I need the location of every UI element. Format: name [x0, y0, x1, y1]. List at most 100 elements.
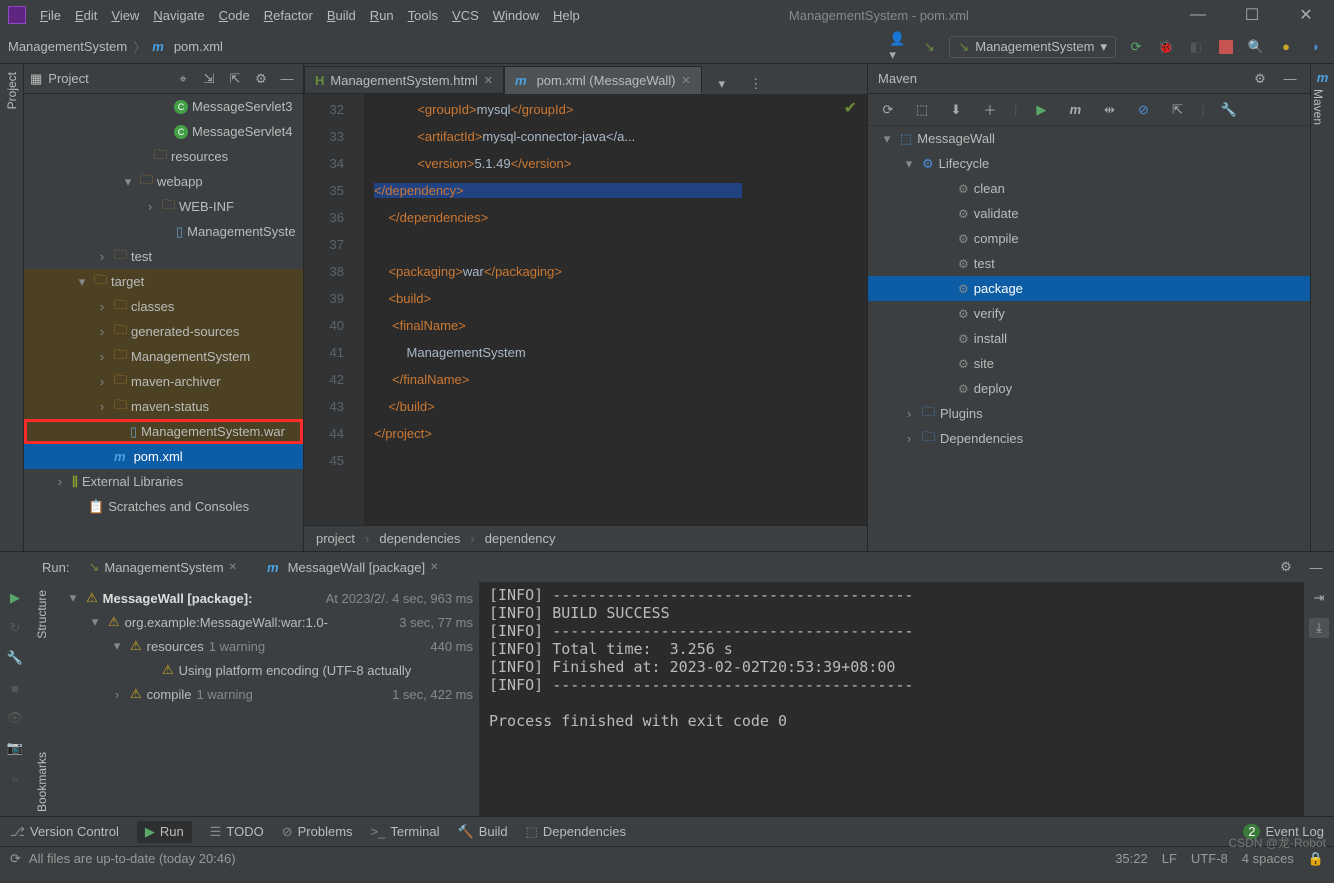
expand-icon[interactable]: »: [5, 768, 25, 788]
chevron-down-icon[interactable]: ▾: [712, 74, 732, 94]
caret-position[interactable]: 35:22: [1115, 851, 1148, 866]
chevron-icon[interactable]: ›: [109, 687, 125, 702]
hammer-icon[interactable]: ↘: [919, 37, 939, 57]
bottom-tab-terminal[interactable]: >_Terminal: [371, 824, 440, 839]
camera-icon[interactable]: 👁: [5, 708, 25, 728]
maven-m-icon[interactable]: m: [1065, 100, 1085, 120]
run-tree-item[interactable]: ⚠Using platform encoding (UTF-8 actually: [60, 658, 473, 682]
chevron-icon[interactable]: ▾: [87, 614, 103, 630]
close-tab-icon[interactable]: ✕: [682, 74, 691, 87]
bottom-tab-build[interactable]: 🔨Build: [458, 824, 508, 840]
hide-run-icon[interactable]: —: [1306, 557, 1326, 577]
maven-item[interactable]: ⚙test: [868, 251, 1310, 276]
soft-wrap-icon[interactable]: ⇥: [1309, 588, 1329, 608]
breadcrumb-file[interactable]: pom.xml: [174, 39, 223, 54]
tree-item[interactable]: ›🗀generated-sources: [24, 319, 303, 344]
run-tree-item[interactable]: ▾⚠MessageWall [package]:At 2023/2/. 4 se…: [60, 586, 473, 610]
chevron-icon[interactable]: ›: [94, 399, 110, 414]
chevron-icon[interactable]: ›: [901, 406, 917, 421]
maven-rail-icon[interactable]: m: [1311, 70, 1334, 85]
chevron-icon[interactable]: ›: [94, 324, 110, 339]
menu-help[interactable]: Help: [553, 8, 580, 23]
toggle-skip-tests-icon[interactable]: ⊘: [1133, 100, 1153, 120]
rail-bookmarks-tab[interactable]: Bookmarks: [35, 748, 49, 816]
ide-settings-icon[interactable]: ◗: [1306, 37, 1326, 57]
generate-sources-icon[interactable]: ⬚: [912, 100, 932, 120]
bottom-tab-problems[interactable]: ⊘Problems: [282, 824, 353, 840]
chevron-icon[interactable]: ›: [901, 431, 917, 446]
scroll-to-end-icon[interactable]: ⤓: [1309, 618, 1329, 638]
run-settings-icon[interactable]: ⚙: [1276, 557, 1296, 577]
run-tree[interactable]: ▾⚠MessageWall [package]:At 2023/2/. 4 se…: [54, 582, 479, 816]
run-tree-item[interactable]: ›⚠compile 1 warning1 sec, 422 ms: [60, 682, 473, 706]
maven-item[interactable]: ▾⚙Lifecycle: [868, 151, 1310, 176]
menu-navigate[interactable]: Navigate: [153, 8, 204, 23]
maven-item[interactable]: ⚙clean: [868, 176, 1310, 201]
chevron-icon[interactable]: ›: [94, 299, 110, 314]
menu-edit[interactable]: Edit: [75, 8, 97, 23]
rail-structure-tab[interactable]: Structure: [35, 586, 49, 643]
run-tab[interactable]: mMessageWall [package]✕: [258, 556, 447, 579]
run-tree-item[interactable]: ▾⚠resources 1 warning440 ms: [60, 634, 473, 658]
run-button[interactable]: ⟳: [1126, 37, 1146, 57]
tree-item[interactable]: ›🗀maven-status: [24, 394, 303, 419]
minimize-button[interactable]: —: [1178, 6, 1218, 24]
wrench-icon[interactable]: 🔧: [5, 648, 25, 668]
chevron-icon[interactable]: ▾: [65, 590, 81, 606]
toggle-offline-icon[interactable]: ⇹: [1099, 100, 1119, 120]
tree-item[interactable]: 🗀resources: [24, 144, 303, 169]
project-tree[interactable]: CMessageServlet3CMessageServlet4🗀resourc…: [24, 94, 303, 551]
readonly-icon[interactable]: 🔒: [1308, 851, 1324, 867]
tree-item[interactable]: ›⫼External Libraries: [24, 469, 303, 494]
tree-item[interactable]: ▯ManagementSyste: [24, 219, 303, 244]
maven-item[interactable]: ⚙site: [868, 351, 1310, 376]
add-project-icon[interactable]: ＋: [980, 100, 1000, 120]
chevron-icon[interactable]: ›: [142, 199, 158, 214]
chevron-icon[interactable]: ▾: [74, 274, 90, 290]
chevron-icon[interactable]: ›: [52, 474, 68, 489]
vcs-status-icon[interactable]: ⟳: [10, 851, 21, 867]
tree-item[interactable]: ›🗀classes: [24, 294, 303, 319]
menu-build[interactable]: Build: [327, 8, 356, 23]
maximize-button[interactable]: ☐: [1232, 5, 1272, 25]
menu-refactor[interactable]: Refactor: [264, 8, 313, 23]
breadcrumb-root[interactable]: ManagementSystem: [8, 39, 127, 54]
maven-item[interactable]: ⚙compile: [868, 226, 1310, 251]
chevron-icon[interactable]: ›: [94, 249, 110, 264]
reload-icon[interactable]: ⟳: [878, 100, 898, 120]
tree-item[interactable]: ›🗀test: [24, 244, 303, 269]
bottom-tab-dependencies[interactable]: ⬚Dependencies: [526, 824, 626, 840]
coverage-button[interactable]: ◧: [1186, 37, 1206, 57]
project-panel-title[interactable]: Project: [48, 71, 167, 86]
more-icon[interactable]: ⋮: [746, 74, 766, 94]
code-content[interactable]: <groupId>mysql</groupId> <artifactId>mys…: [364, 94, 867, 525]
editor-tab[interactable]: mpom.xml (MessageWall)✕: [504, 66, 702, 94]
download-sources-icon[interactable]: ⬇: [946, 100, 966, 120]
event-log[interactable]: 2Event Log: [1243, 824, 1324, 839]
tree-item[interactable]: ›🗀WEB-INF: [24, 194, 303, 219]
close-button[interactable]: ✕: [1286, 5, 1326, 25]
tree-item[interactable]: 📋Scratches and Consoles: [24, 494, 303, 519]
stop-button[interactable]: [1216, 37, 1236, 57]
ide-update-icon[interactable]: ●: [1276, 37, 1296, 57]
chevron-icon[interactable]: ▾: [879, 131, 895, 147]
stop-icon[interactable]: ■: [5, 678, 25, 698]
chevron-icon[interactable]: ▾: [109, 638, 125, 654]
tree-item[interactable]: ▾🗀webapp: [24, 169, 303, 194]
menu-view[interactable]: View: [111, 8, 139, 23]
maven-item[interactable]: ⚙deploy: [868, 376, 1310, 401]
export-icon[interactable]: 📷: [5, 738, 25, 758]
menu-vcs[interactable]: VCS: [452, 8, 479, 23]
breadcrumb-item[interactable]: dependencies: [379, 531, 460, 546]
indent-setting[interactable]: 4 spaces: [1242, 851, 1294, 866]
close-icon[interactable]: ✕: [229, 562, 237, 573]
line-separator[interactable]: LF: [1162, 851, 1177, 866]
maven-settings-icon[interactable]: ⚙: [1250, 69, 1270, 89]
tree-item[interactable]: ›🗀maven-archiver: [24, 369, 303, 394]
maven-item[interactable]: ›🗀Plugins: [868, 401, 1310, 426]
run-tab[interactable]: ↘ManagementSystem✕: [79, 555, 246, 579]
rail-maven-tab[interactable]: Maven: [1311, 85, 1325, 129]
tree-item[interactable]: CMessageServlet4: [24, 119, 303, 144]
wrench-icon[interactable]: 🔧: [1219, 100, 1239, 120]
maven-item[interactable]: ▾⬚MessageWall: [868, 126, 1310, 151]
